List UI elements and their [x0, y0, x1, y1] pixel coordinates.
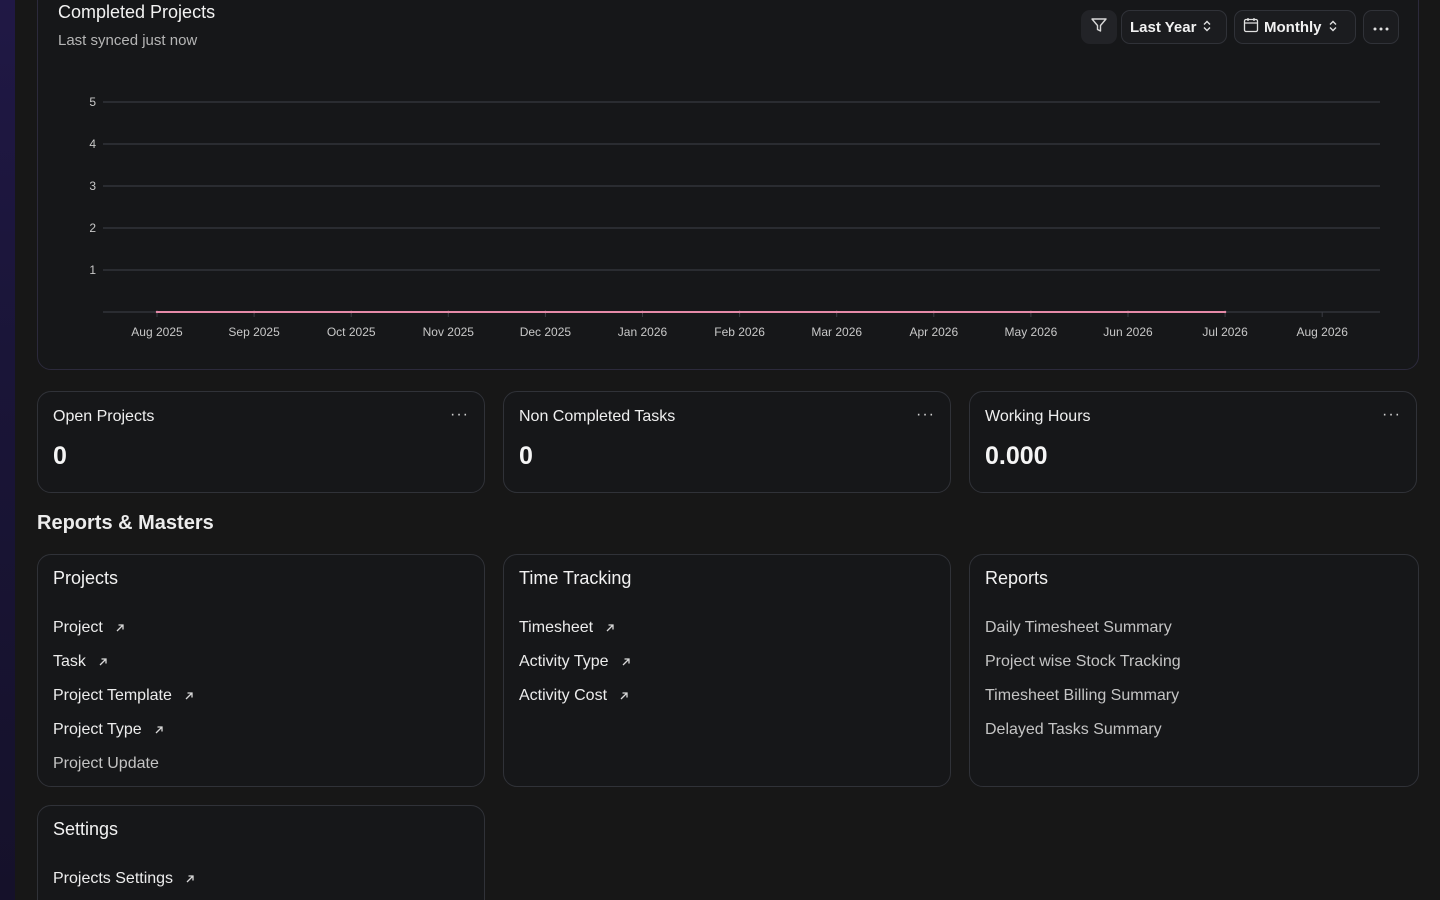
link-list: Timesheet Activity Type Activity Cost: [519, 611, 631, 713]
x-tick-label: Aug 2025: [131, 325, 183, 339]
arrow-up-right-icon: [184, 691, 194, 701]
link-item[interactable]: Project: [53, 611, 194, 645]
link-item[interactable]: Project wise Stock Tracking: [985, 645, 1181, 679]
card-title: Projects: [53, 568, 119, 588]
link-label: Activity Cost: [519, 687, 608, 704]
link-label: Task: [53, 653, 86, 670]
card-title: Settings: [53, 819, 119, 839]
data-point: [1223, 310, 1227, 314]
link-list: Project Task Project Template Project Type P…: [53, 611, 194, 781]
link-label: Project Update: [53, 755, 159, 772]
data-point: [544, 310, 547, 314]
link-label: Project Template: [53, 687, 172, 704]
x-tick-label: Oct 2025: [327, 325, 376, 339]
y-tick-label: 4: [89, 137, 96, 151]
stat-card-open-projects: Open Projects 0 ···: [37, 391, 485, 493]
data-point: [155, 310, 159, 314]
link-label: Project: [53, 619, 103, 636]
arrow-up-right-icon: [605, 623, 615, 633]
stat-title: Non Completed Tasks: [519, 408, 676, 425]
link-list: Projects Settings: [53, 862, 195, 896]
x-tick-label: Apr 2026: [909, 325, 958, 339]
x-tick-label: May 2026: [1005, 325, 1058, 339]
x-tick-label: Nov 2025: [423, 325, 475, 339]
card-projects: Projects Project Task Project Template Proj…: [37, 554, 485, 787]
link-item[interactable]: Projects Settings: [53, 862, 195, 896]
y-tick-label: 5: [89, 95, 96, 109]
data-point: [641, 310, 644, 314]
sidebar-edge: [0, 0, 15, 900]
arrow-up-right-icon: [154, 725, 164, 735]
x-tick-label: Dec 2025: [520, 325, 572, 339]
data-point: [835, 310, 838, 314]
link-item[interactable]: Activity Cost: [519, 679, 631, 713]
link-item[interactable]: Daily Timesheet Summary: [985, 611, 1181, 645]
chart-plot: 1 2 3 4 5 Aug 2025 Sep 2025 Oct 2025 Nov 2025 Dec…: [89, 95, 1380, 339]
stat-value: 0: [53, 442, 67, 470]
x-tick-label: Sep 2025: [228, 325, 280, 339]
data-point: [447, 310, 450, 314]
link-label: Project wise Stock Tracking: [985, 653, 1181, 670]
stat-title: Open Projects: [53, 408, 155, 425]
stat-value: 0: [519, 442, 533, 470]
link-item[interactable]: Timesheet Billing Summary: [985, 679, 1181, 713]
section-title: Reports & Masters: [37, 512, 214, 534]
data-point: [738, 310, 741, 314]
x-tick-label: Jan 2026: [618, 325, 668, 339]
data-point: [350, 310, 353, 314]
arrow-up-right-icon: [185, 874, 195, 884]
y-tick-label: 1: [89, 263, 96, 277]
stat-more-button[interactable]: ···: [1382, 406, 1401, 424]
link-label: Timesheet Billing Summary: [985, 687, 1180, 704]
link-item[interactable]: Timesheet: [519, 611, 631, 645]
stat-value: 0.000: [985, 442, 1048, 470]
stat-card-working-hours: Working Hours 0.000 ···: [969, 391, 1417, 493]
link-item[interactable]: Project Update: [53, 747, 194, 781]
stat-more-button[interactable]: ···: [916, 406, 935, 424]
card-title: Reports: [985, 568, 1049, 588]
x-tick-label: Feb 2026: [714, 325, 765, 339]
link-label: Daily Timesheet Summary: [985, 619, 1172, 636]
link-label: Projects Settings: [53, 870, 174, 887]
link-label: Timesheet: [519, 619, 594, 636]
arrow-up-right-icon: [115, 623, 125, 633]
card-reports: Reports Daily Timesheet Summary Project w…: [969, 554, 1419, 787]
data-point: [932, 310, 935, 314]
arrow-up-right-icon: [98, 657, 108, 667]
x-tick-label: Aug 2026: [1297, 325, 1349, 339]
completed-projects-chart-card: Completed Projects Last synced just now …: [37, 0, 1419, 370]
link-list: Daily Timesheet Summary Project wise Stoc…: [985, 611, 1181, 747]
card-settings: Settings Projects Settings: [37, 805, 485, 900]
arrow-up-right-icon: [619, 691, 629, 701]
link-label: Delayed Tasks Summary: [985, 721, 1162, 738]
link-item[interactable]: Task: [53, 645, 194, 679]
stat-title: Working Hours: [985, 408, 1091, 425]
data-point: [1029, 310, 1033, 314]
x-tick-label: Jun 2026: [1103, 325, 1153, 339]
link-label: Project Type: [53, 721, 142, 738]
data-point: [1126, 310, 1130, 314]
arrow-up-right-icon: [621, 657, 631, 667]
link-item[interactable]: Project Type: [53, 713, 194, 747]
card-time-tracking: Time Tracking Timesheet Activity Type Acti…: [503, 554, 951, 787]
y-tick-label: 3: [89, 179, 96, 193]
card-title: Time Tracking: [519, 568, 632, 588]
link-item[interactable]: Activity Type: [519, 645, 631, 679]
stat-card-non-completed-tasks: Non Completed Tasks 0 ···: [503, 391, 951, 493]
stat-more-button[interactable]: ···: [450, 406, 469, 424]
data-point: [252, 310, 256, 314]
link-item[interactable]: Project Template: [53, 679, 194, 713]
x-tick-label: Jul 2026: [1202, 325, 1248, 339]
link-label: Activity Type: [519, 653, 609, 670]
link-item[interactable]: Delayed Tasks Summary: [985, 713, 1181, 747]
y-tick-label: 2: [89, 221, 96, 235]
x-tick-label: Mar 2026: [811, 325, 862, 339]
